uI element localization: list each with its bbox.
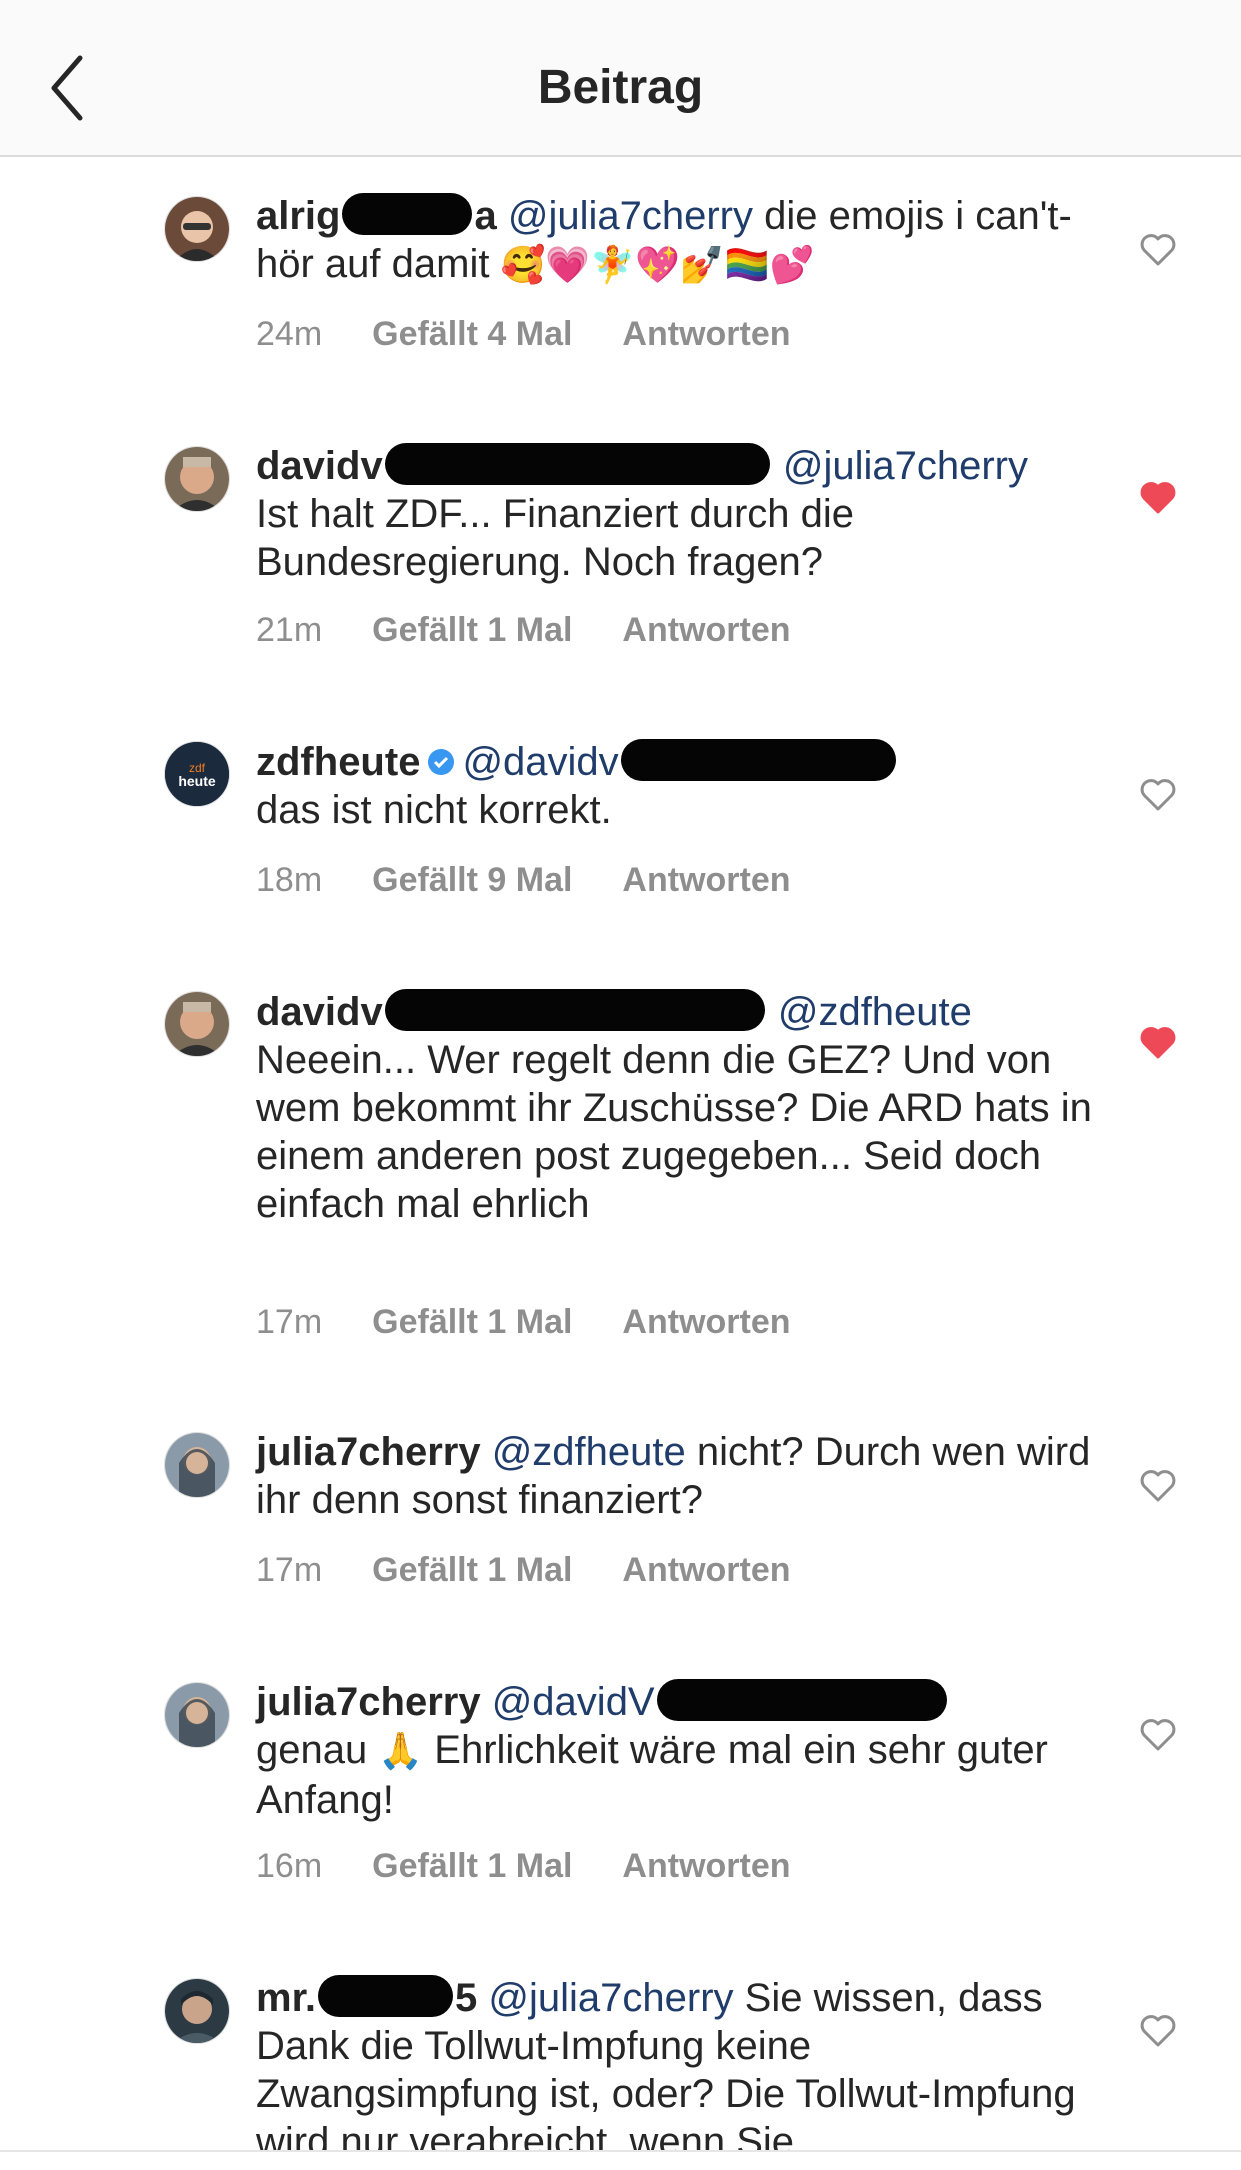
- comment-meta: 17m Gefällt 1 Mal Antworten: [256, 1550, 841, 1590]
- redaction-mark: [620, 739, 896, 781]
- emoji-group: 🥰💗🧚💖💅🏳️‍🌈💕: [500, 245, 815, 286]
- mention-link[interactable]: @julia7cherry: [488, 1976, 733, 2020]
- username-link[interactable]: julia7cherry: [256, 1680, 481, 1724]
- likes-count-button[interactable]: Gefällt 1 Mal: [372, 1847, 572, 1885]
- reply-button[interactable]: Antworten: [622, 1847, 790, 1885]
- comment-body-start: genau: [256, 1728, 379, 1772]
- comment-text: julia7cherry @zdfheute nicht? Durch wen …: [256, 1428, 1096, 1524]
- likes-count-button[interactable]: Gefällt 1 Mal: [372, 1551, 572, 1589]
- redaction-mark: [656, 1679, 947, 1721]
- comment-text: mr. 5 @julia7cherry Sie wissen, dass Dank…: [256, 1974, 1096, 2150]
- avatar[interactable]: [164, 446, 230, 512]
- comment-time: 17m: [256, 1303, 323, 1341]
- comment-body: Neeein... Wer regelt denn die GEZ? Und v…: [256, 1038, 1092, 1226]
- heart-filled-icon[interactable]: [1138, 477, 1178, 517]
- likes-count-button[interactable]: Gefällt 1 Mal: [372, 1303, 572, 1341]
- reply-button[interactable]: Antworten: [622, 315, 790, 353]
- username-link[interactable]: davidv: [256, 990, 383, 1034]
- avatar[interactable]: zdf heute: [164, 741, 230, 807]
- avatar[interactable]: [164, 1432, 230, 1498]
- likes-count-button[interactable]: Gefällt 9 Mal: [372, 861, 572, 899]
- heart-outline-icon[interactable]: [1138, 774, 1178, 814]
- username-link[interactable]: alrig: [256, 194, 340, 238]
- heart-filled-icon[interactable]: [1138, 1022, 1178, 1062]
- comment-time: 16m: [256, 1847, 323, 1885]
- redaction-mark: [384, 989, 765, 1031]
- comment-meta: 17m Gefällt 1 Mal Antworten: [256, 1302, 841, 1342]
- comment-meta: 24m Gefällt 4 Mal Antworten: [256, 314, 841, 354]
- mention-link[interactable]: @zdfheute: [492, 1430, 686, 1474]
- comment-text: zdfheute @davidv das ist nicht korrekt.: [256, 738, 1096, 834]
- avatar-heute-text: heute: [178, 773, 216, 789]
- comment-body: das ist nicht korrekt.: [256, 788, 612, 832]
- comment-text: davidv @julia7cherry Ist halt ZDF... Fin…: [256, 442, 1096, 586]
- comment-body: Ist halt ZDF... Finanziert durch die Bun…: [256, 492, 855, 584]
- heart-outline-icon[interactable]: [1138, 229, 1178, 269]
- page-title: Beitrag: [537, 61, 704, 114]
- comment-time: 21m: [256, 611, 323, 649]
- avatar[interactable]: [164, 1682, 230, 1748]
- username-link[interactable]: julia7cherry: [256, 1430, 481, 1474]
- comment-time: 18m: [256, 861, 323, 899]
- mention-link[interactable]: @julia7cherry: [508, 194, 753, 238]
- comment-meta: 16m Gefällt 1 Mal Antworten: [256, 1846, 841, 1886]
- verified-badge-icon: [428, 749, 455, 775]
- comment-meta: 21m Gefällt 1 Mal Antworten: [256, 610, 841, 650]
- username-suffix: a: [474, 194, 497, 238]
- likes-count-button[interactable]: Gefällt 1 Mal: [372, 611, 572, 649]
- folded-hands-emoji: 🙏: [378, 1731, 424, 1772]
- redaction-mark: [318, 1975, 454, 2017]
- heart-outline-icon[interactable]: [1138, 1714, 1178, 1754]
- reply-button[interactable]: Antworten: [622, 1551, 790, 1589]
- heart-outline-icon[interactable]: [1138, 2010, 1178, 2050]
- reply-button[interactable]: Antworten: [622, 861, 790, 899]
- mention-link[interactable]: @davidv: [462, 740, 618, 784]
- username-suffix: 5: [455, 1976, 478, 2020]
- avatar[interactable]: [164, 196, 230, 262]
- username-link[interactable]: zdfheute: [256, 740, 420, 784]
- comment-text: alrig a @julia7cherry die emojis i can't-…: [256, 192, 1096, 290]
- mention-link[interactable]: @davidV: [492, 1680, 655, 1724]
- mention-link[interactable]: @zdfheute: [778, 990, 972, 1034]
- comment-text: davidv @zdfheute Neeein... Wer regelt de…: [256, 988, 1096, 1228]
- comment-text: julia7cherry @davidV genau 🙏 Ehrlichkeit…: [256, 1678, 1096, 1824]
- redaction-mark: [342, 193, 473, 235]
- top-bar: Beitrag: [0, 0, 1241, 157]
- comment-meta: 18m Gefällt 9 Mal Antworten: [256, 860, 841, 900]
- comment-time: 24m: [256, 315, 323, 353]
- bottom-divider: [0, 2150, 1241, 2152]
- mention-link[interactable]: @julia7cherry: [783, 444, 1028, 488]
- likes-count-button[interactable]: Gefällt 4 Mal: [372, 315, 572, 353]
- redaction-mark: [384, 443, 770, 485]
- username-link[interactable]: mr.: [256, 1976, 316, 2020]
- avatar[interactable]: [164, 1978, 230, 2044]
- heart-outline-icon[interactable]: [1138, 1465, 1178, 1505]
- reply-button[interactable]: Antworten: [622, 1303, 790, 1341]
- username-link[interactable]: davidv: [256, 444, 383, 488]
- comment-time: 17m: [256, 1551, 323, 1589]
- reply-button[interactable]: Antworten: [622, 611, 790, 649]
- avatar[interactable]: [164, 991, 230, 1057]
